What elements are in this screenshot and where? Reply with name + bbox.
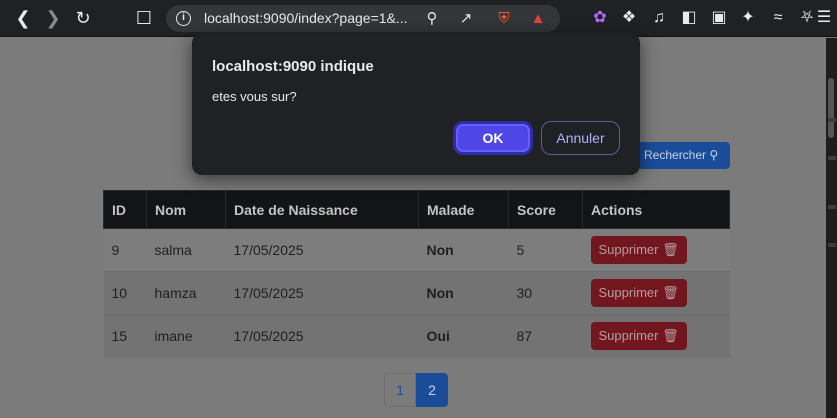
cell-nom: salma bbox=[146, 228, 226, 272]
sidebar-icon[interactable]: ◧ bbox=[677, 6, 701, 30]
side-marker bbox=[828, 118, 836, 122]
header-nom: Nom bbox=[146, 190, 226, 229]
delete-button-label: Supprimer bbox=[598, 242, 659, 257]
cell-malade: Non bbox=[418, 228, 509, 272]
side-marker bbox=[828, 205, 836, 209]
share-icon[interactable]: ↗ bbox=[456, 9, 476, 29]
extensions-icon[interactable]: ❖ bbox=[617, 6, 641, 30]
header-malade: Malade bbox=[418, 190, 509, 229]
cell-malade: Oui bbox=[418, 314, 509, 358]
bookmark-icon[interactable]: ☐ bbox=[131, 6, 157, 30]
zoom-icon[interactable]: ⚲ bbox=[422, 9, 442, 29]
side-marker bbox=[828, 243, 836, 247]
search-button-label: Rechercher bbox=[644, 148, 707, 162]
search-button[interactable]: Rechercher ⚲ bbox=[638, 142, 730, 169]
cell-actions: Supprimer 🗑 bbox=[582, 314, 730, 358]
profile-icon[interactable]: ✿ bbox=[588, 6, 612, 30]
delete-button-label: Supprimer bbox=[598, 328, 659, 344]
cell-score: 5 bbox=[508, 228, 583, 272]
cell-date: 17/05/2025 bbox=[225, 228, 419, 272]
header-id: ID bbox=[103, 190, 147, 229]
header-date: Date de Naissance bbox=[225, 190, 419, 229]
browser-toolbar: ❮ ❯ ↻ ☐ i localhost:9090/index?page=1&..… bbox=[0, 0, 837, 37]
media-icon[interactable]: ♫ bbox=[647, 6, 671, 30]
cancel-button[interactable]: Annuler bbox=[541, 121, 620, 155]
brave-shield-icon[interactable]: ⛨ bbox=[494, 9, 514, 29]
table-row: 10 hamza 17/05/2025 Non 30 Supprimer 🗑 bbox=[103, 271, 730, 315]
table-header-row: ID Nom Date de Naissance Malade Score Ac… bbox=[103, 190, 730, 229]
leo-icon[interactable]: ✦ bbox=[736, 6, 760, 30]
back-icon[interactable]: ❮ bbox=[10, 6, 36, 30]
wallet-icon[interactable]: ▣ bbox=[707, 6, 731, 30]
ok-button[interactable]: OK bbox=[453, 121, 533, 155]
forward-icon[interactable]: ❯ bbox=[40, 6, 66, 30]
cell-malade: Non bbox=[418, 271, 509, 315]
cell-score: 30 bbox=[508, 271, 583, 315]
cell-score: 87 bbox=[508, 314, 583, 358]
patients-table: ID Nom Date de Naissance Malade Score Ac… bbox=[103, 190, 730, 358]
reload-icon[interactable]: ↻ bbox=[70, 6, 96, 30]
header-score: Score bbox=[508, 190, 583, 229]
trash-icon: 🗑 bbox=[662, 328, 679, 344]
dialog-title: localhost:9090 indique bbox=[212, 58, 374, 75]
page-link-2[interactable]: 2 bbox=[416, 373, 448, 407]
site-info-icon[interactable]: i bbox=[176, 11, 191, 26]
scrollbar[interactable] bbox=[826, 38, 837, 418]
confirm-dialog: localhost:9090 indique etes vous sur? OK… bbox=[192, 33, 640, 175]
scrollbar-thumb[interactable] bbox=[828, 78, 834, 138]
address-bar[interactable]: i localhost:9090/index?page=1&... ⚲ ↗ ⛨ … bbox=[166, 5, 560, 32]
header-actions: Actions bbox=[582, 190, 730, 229]
cell-actions: Supprimer 🗑 bbox=[582, 271, 730, 315]
delete-button[interactable]: Supprimer 🗑 bbox=[590, 322, 687, 351]
cell-id: 15 bbox=[103, 314, 147, 358]
trash-icon: 🗑 bbox=[662, 285, 679, 300]
side-marker bbox=[828, 156, 836, 160]
brave-rewards-icon[interactable]: ▲ bbox=[528, 9, 548, 29]
url-text[interactable]: localhost:9090/index?page=1&... bbox=[204, 10, 408, 26]
cell-actions: Supprimer 🗑 bbox=[582, 228, 730, 272]
delete-button[interactable]: Supprimer 🗑 bbox=[590, 236, 687, 264]
trash-icon: 🗑 bbox=[662, 242, 679, 257]
cell-date: 17/05/2025 bbox=[225, 314, 419, 358]
cell-date: 17/05/2025 bbox=[225, 271, 419, 315]
delete-button[interactable]: Supprimer 🗑 bbox=[590, 279, 687, 307]
cell-nom: hamza bbox=[146, 271, 226, 315]
table-row: 9 salma 17/05/2025 Non 5 Supprimer 🗑 bbox=[103, 228, 730, 272]
menu-icon[interactable]: ☰ bbox=[812, 6, 836, 30]
search-icon: ⚲ bbox=[709, 148, 719, 162]
table-row: 15 imane 17/05/2025 Oui 87 Supprimer 🗑 bbox=[103, 314, 730, 358]
cell-id: 10 bbox=[103, 271, 147, 315]
dialog-message: etes vous sur? bbox=[212, 89, 297, 104]
vpn-icon[interactable]: ≈ bbox=[766, 6, 790, 30]
delete-button-label: Supprimer bbox=[598, 285, 659, 300]
cell-id: 9 bbox=[103, 228, 147, 272]
page-link-1[interactable]: 1 bbox=[384, 373, 416, 407]
cell-nom: imane bbox=[146, 314, 226, 358]
